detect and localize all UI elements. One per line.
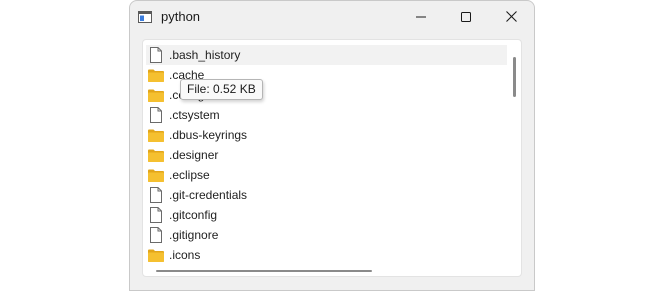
folder-icon <box>148 147 164 163</box>
file-name: .gitconfig <box>169 208 218 222</box>
file-size-tooltip: File: 0.52 KB <box>180 79 263 100</box>
file-icon <box>148 107 164 123</box>
vertical-scrollbar[interactable] <box>513 57 516 97</box>
file-name: .ctsystem <box>169 108 220 122</box>
file-name: .dbus-keyrings <box>169 128 248 142</box>
list-item[interactable]: .dbus-keyrings <box>146 125 507 145</box>
folder-icon <box>148 127 164 143</box>
minimize-button[interactable] <box>398 1 444 32</box>
folder-icon <box>148 87 164 103</box>
folder-icon <box>148 67 164 83</box>
list-item[interactable]: .bash_history <box>146 45 507 65</box>
horizontal-scrollbar[interactable] <box>156 270 372 272</box>
maximize-button[interactable] <box>443 1 489 32</box>
file-icon <box>148 187 164 203</box>
file-list: .bash_history.cache.config.ctsystem.dbus… <box>146 45 507 265</box>
close-icon <box>505 11 517 22</box>
window-icon <box>138 10 152 23</box>
file-name: .icons <box>169 248 201 262</box>
minimize-icon <box>416 16 426 17</box>
folder-icon <box>148 247 164 263</box>
file-icon <box>148 207 164 223</box>
list-item[interactable]: .icons <box>146 245 507 265</box>
app-window: python .bash_history.cache.config.ctsyst… <box>129 0 535 291</box>
list-item[interactable]: .gitignore <box>146 225 507 245</box>
file-name: .designer <box>169 148 219 162</box>
file-icon <box>148 47 164 63</box>
file-name: .bash_history <box>169 48 241 62</box>
file-icon <box>148 227 164 243</box>
window-title: python <box>161 9 201 24</box>
close-button[interactable] <box>488 1 534 32</box>
folder-icon <box>148 167 164 183</box>
list-item[interactable]: .eclipse <box>146 165 507 185</box>
file-name: .eclipse <box>169 168 210 182</box>
list-item[interactable]: .gitconfig <box>146 205 507 225</box>
list-item[interactable]: .ctsystem <box>146 105 507 125</box>
file-name: .gitignore <box>169 228 219 242</box>
file-list-panel[interactable]: .bash_history.cache.config.ctsystem.dbus… <box>142 39 522 277</box>
title-bar[interactable]: python <box>130 1 534 32</box>
file-name: .git-credentials <box>169 188 248 202</box>
list-item[interactable]: .git-credentials <box>146 185 507 205</box>
maximize-icon <box>461 11 471 22</box>
list-item[interactable]: .designer <box>146 145 507 165</box>
